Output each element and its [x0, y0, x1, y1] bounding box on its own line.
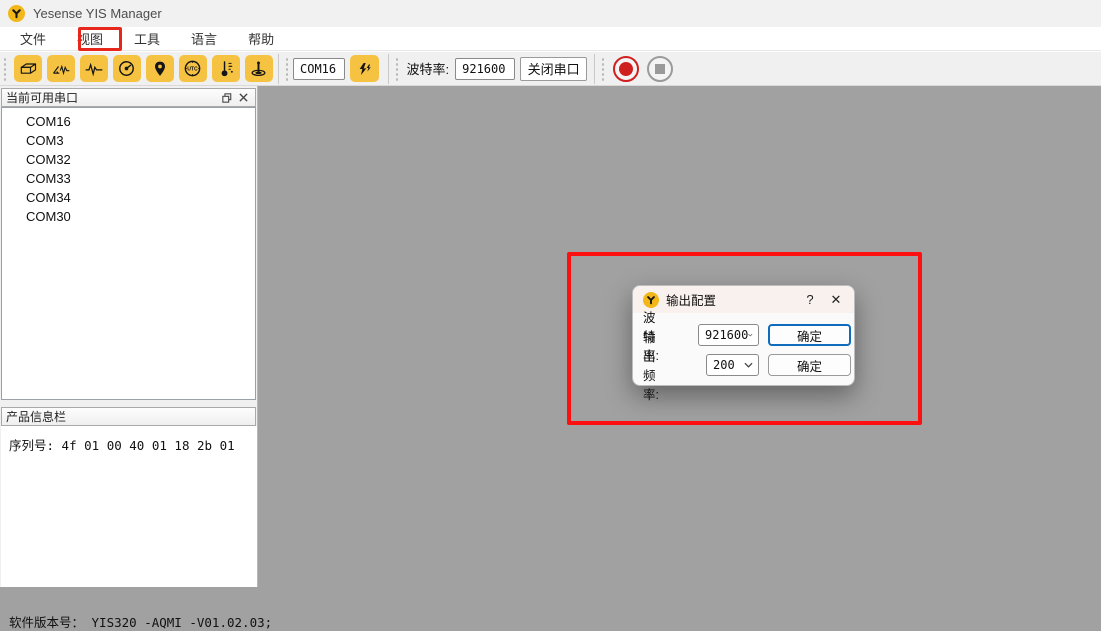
- menu-tools[interactable]: 工具: [123, 26, 171, 51]
- dialog-close-button[interactable]: ✕: [826, 292, 846, 308]
- menu-file[interactable]: 文件: [9, 26, 57, 51]
- dialog-output-rate-label: 输出频率:: [643, 327, 659, 403]
- product-info-body: 序列号: 4f 01 00 40 01 18 2b 01 软件版本号： YIS3…: [1, 426, 257, 587]
- angle-waveform-icon[interactable]: [47, 55, 75, 82]
- toolbar-grip[interactable]: [284, 56, 290, 82]
- title-bar: Yesense YIS Manager: [0, 0, 1101, 27]
- baud-rate-select[interactable]: 921600: [455, 58, 515, 80]
- menu-help[interactable]: 帮助: [237, 26, 285, 51]
- refresh-ports-button[interactable]: [350, 55, 379, 82]
- dialog-help-button[interactable]: ?: [801, 292, 819, 307]
- serial-number-line: 序列号: 4f 01 00 40 01 18 2b 01: [9, 435, 257, 454]
- close-panel-icon[interactable]: [235, 91, 251, 105]
- list-item[interactable]: COM32: [2, 150, 255, 169]
- menu-language[interactable]: 语言: [180, 26, 228, 51]
- product-info-title: 产品信息栏: [6, 408, 66, 425]
- port-select[interactable]: COM16: [293, 58, 345, 80]
- menu-bar: 文件 视图 工具 语言 帮助: [0, 27, 1101, 51]
- list-item[interactable]: COM34: [2, 188, 255, 207]
- toolbar-separator: [388, 54, 389, 84]
- toolbar-grip[interactable]: [2, 56, 8, 82]
- waveform-icon[interactable]: [80, 55, 108, 82]
- svg-text:UTC: UTC: [187, 66, 198, 72]
- dialog-title: 输出配置: [666, 290, 794, 309]
- cube-3d-icon[interactable]: [14, 55, 42, 82]
- app-window: Yesense YIS Manager 文件 视图 工具 语言 帮助: [0, 0, 1101, 587]
- ports-panel-header: 当前可用串口: [1, 88, 256, 107]
- record-icon: [619, 62, 633, 76]
- dialog-baud-select[interactable]: 921600: [698, 324, 759, 346]
- chevron-down-icon: [748, 332, 753, 338]
- toolbar: UTC C: [0, 51, 1101, 86]
- chevron-down-icon: [744, 362, 753, 368]
- dialog-output-rate-select[interactable]: 200: [706, 354, 759, 376]
- temperature-icon[interactable]: [212, 55, 240, 82]
- serial-ports-panel: 当前可用串口 COM16 COM3 COM32 COM33 COM34 COM3…: [0, 86, 258, 587]
- output-rate-confirm-button[interactable]: 确定: [768, 354, 851, 376]
- software-version-line: 软件版本号： YIS320 -AQMI -V01.02.03;: [9, 612, 272, 631]
- product-info-header: 产品信息栏: [1, 407, 256, 426]
- list-item[interactable]: COM16: [2, 112, 255, 131]
- ports-list: COM16 COM3 COM32 COM33 COM34 COM30: [1, 107, 256, 400]
- app-logo-icon: [8, 5, 25, 22]
- toolbar-separator: [594, 54, 595, 84]
- window-title: Yesense YIS Manager: [33, 6, 162, 21]
- dialog-title-bar[interactable]: 输出配置 ? ✕: [633, 286, 854, 313]
- output-config-dialog: 输出配置 ? ✕ 波特率: 921600 确定 输出频率: 200 确定: [632, 285, 855, 386]
- toolbar-separator: [278, 54, 279, 84]
- toolbar-grip[interactable]: [600, 56, 606, 82]
- float-panel-icon[interactable]: [219, 91, 235, 105]
- menu-view[interactable]: 视图: [66, 26, 114, 51]
- dialog-logo-icon: [643, 292, 659, 308]
- baud-confirm-button[interactable]: 确定: [768, 324, 851, 346]
- sensor-probe-icon[interactable]: [245, 55, 273, 82]
- list-item[interactable]: COM3: [2, 131, 255, 150]
- stop-button[interactable]: [647, 56, 673, 82]
- utc-clock-icon[interactable]: UTC: [179, 55, 207, 82]
- ports-panel-title: 当前可用串口: [6, 89, 78, 106]
- gauge-icon[interactable]: [113, 55, 141, 82]
- location-icon[interactable]: [146, 55, 174, 82]
- list-item[interactable]: COM30: [2, 207, 255, 226]
- toolbar-grip[interactable]: [394, 56, 400, 82]
- record-button[interactable]: [613, 56, 639, 82]
- list-item[interactable]: COM33: [2, 169, 255, 188]
- stop-icon: [655, 64, 665, 74]
- close-port-button[interactable]: 关闭串口: [520, 57, 587, 81]
- baud-rate-label: 波特率:: [407, 59, 450, 78]
